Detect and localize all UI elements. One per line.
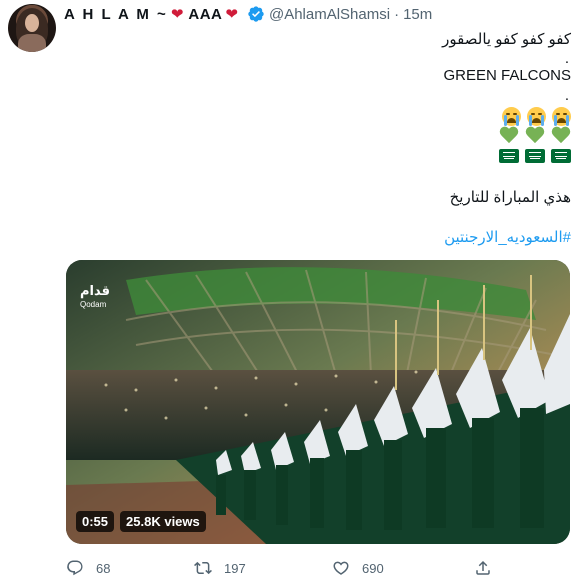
tweet-actions: 68 197 690: [66, 558, 496, 578]
retweet-icon: [194, 561, 212, 575]
video-thumbnail: [66, 260, 570, 544]
tweet-text-dot-1: .: [564, 50, 569, 67]
green-heart-emoji: [525, 127, 545, 145]
crying-face-emoji: [502, 107, 521, 126]
author-avatar[interactable]: [8, 4, 56, 52]
like-count: 690: [362, 560, 384, 576]
header-separator: ·: [394, 5, 400, 23]
video-meta: 0:55 25.8K views: [76, 511, 206, 532]
saudi-flag-emoji: [525, 149, 545, 163]
tweet-text-line-2: GREEN FALCONS: [443, 67, 571, 84]
saudi-flag-emoji: [499, 149, 519, 163]
green-heart-emoji: [551, 127, 571, 145]
avatar-face: [25, 14, 39, 32]
reply-count: 68: [96, 560, 111, 576]
video-player[interactable]: قدام Qodam 0:55 25.8K views: [66, 260, 570, 544]
watermark-arabic: قدام: [80, 283, 111, 298]
tweet-text-line-3: هذي المباراة للتاريخ: [449, 189, 571, 206]
verified-badge-icon: [248, 6, 264, 22]
watermark-english: Qodam: [80, 300, 107, 309]
like-button[interactable]: 690: [332, 559, 384, 577]
crying-face-emoji: [552, 107, 571, 126]
reply-icon: [67, 560, 83, 576]
red-heart-emoji: ❤: [170, 6, 184, 23]
retweet-button[interactable]: 197: [194, 559, 246, 577]
author-display-name-suffix[interactable]: AAA: [188, 6, 222, 23]
share-button[interactable]: [474, 559, 492, 577]
video-views: 25.8K views: [120, 511, 206, 532]
tweet-text-dot-2: .: [564, 87, 569, 104]
author-display-name[interactable]: A H L A M ~: [64, 6, 168, 23]
avatar-body: [18, 34, 46, 52]
share-icon: [476, 560, 490, 575]
tweet-text-line-1: كفو كفو كفو يالصقور: [442, 31, 571, 48]
video-duration: 0:55: [76, 511, 115, 532]
saudi-flag-emoji-row: [499, 147, 571, 163]
crying-face-emoji: [527, 107, 546, 126]
heart-icon: [333, 561, 349, 575]
green-heart-emoji: [499, 127, 519, 145]
crying-face-emoji-row: [502, 107, 571, 126]
reply-button[interactable]: 68: [66, 559, 110, 577]
green-heart-emoji-row: [499, 127, 571, 145]
tweet-timestamp[interactable]: 15m: [403, 6, 432, 23]
retweet-count: 197: [224, 560, 246, 576]
saudi-flag-emoji: [551, 149, 571, 163]
channel-watermark: قدام Qodam: [80, 284, 110, 312]
tweet-header: A H L A M ~ ❤ AAA ❤ @AhlamAlShamsi · 15m: [64, 4, 432, 24]
red-heart-emoji-2: ❤: [225, 6, 238, 23]
hashtag-link[interactable]: #السعوديه_الارجنتين: [444, 228, 571, 246]
author-handle[interactable]: @AhlamAlShamsi: [269, 6, 390, 23]
